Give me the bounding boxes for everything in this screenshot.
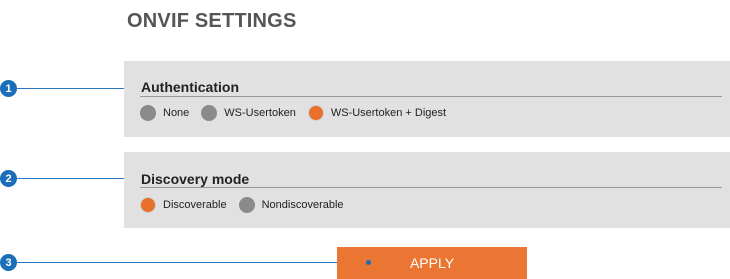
radio-ws-usertoken[interactable] (201, 105, 218, 121)
callout-marker-2: 2 (0, 170, 17, 187)
authentication-divider (140, 96, 722, 97)
discovery-options: Discoverable Nondiscoverable (140, 197, 356, 213)
auth-option-ws-usertoken[interactable]: WS-Usertoken (201, 105, 296, 121)
authentication-panel: Authentication None WS-Usertoken WS-User… (124, 61, 730, 137)
discovery-option-nondiscoverable[interactable]: Nondiscoverable (238, 197, 344, 213)
radio-nondiscoverable[interactable] (238, 197, 255, 213)
auth-option-ws-usertoken-digest[interactable]: WS-Usertoken + Digest (307, 105, 447, 121)
radio-ws-usertoken-digest[interactable] (307, 105, 324, 121)
auth-option-none-label: None (163, 107, 190, 119)
discovery-option-discoverable[interactable]: Discoverable (140, 197, 227, 213)
callout-leader-2 (16, 178, 134, 179)
auth-option-none[interactable]: None (140, 105, 189, 121)
authentication-title: Authentication (141, 79, 239, 95)
page-title: ONVIF SETTINGS (127, 10, 297, 32)
callout-dot-3 (366, 260, 371, 265)
discovery-option-nondiscoverable-label: Nondiscoverable (261, 199, 344, 211)
radio-none[interactable] (140, 105, 156, 121)
discovery-panel: Discovery mode Discoverable Nondiscovera… (124, 152, 730, 228)
callout-marker-1: 1 (0, 80, 17, 97)
radio-discoverable[interactable] (140, 197, 156, 213)
authentication-options: None WS-Usertoken WS-Usertoken + Digest (140, 105, 458, 121)
discovery-title: Discovery mode (141, 171, 250, 187)
auth-option-ws-usertoken-digest-label: WS-Usertoken + Digest (330, 107, 447, 119)
discovery-divider (140, 187, 722, 188)
auth-option-ws-usertoken-label: WS-Usertoken (224, 107, 296, 119)
discovery-option-discoverable-label: Discoverable (163, 199, 227, 211)
callout-marker-3: 3 (0, 254, 17, 271)
callout-leader-3 (16, 262, 368, 263)
callout-leader-1 (16, 88, 134, 89)
